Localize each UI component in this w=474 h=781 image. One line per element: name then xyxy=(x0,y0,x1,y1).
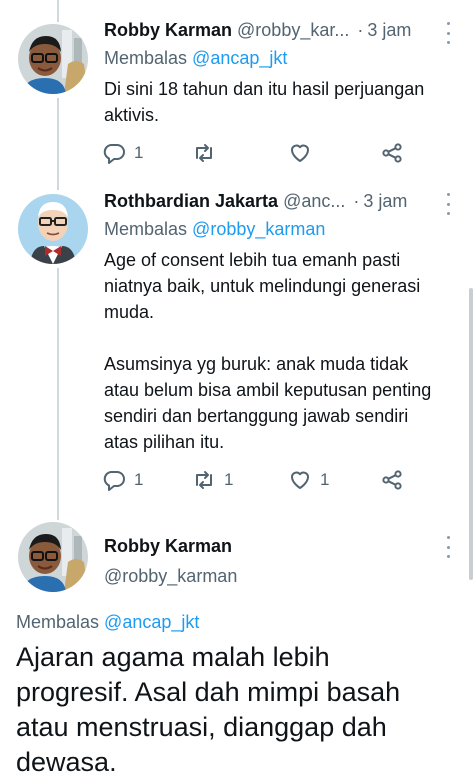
reply-icon xyxy=(103,471,125,491)
separator: · xyxy=(357,20,364,40)
tweet[interactable]: Rothbardian Jakarta @anc... · 3 jam Memb… xyxy=(0,185,474,510)
author-name[interactable]: Robby Karman xyxy=(104,20,232,41)
focused-author-name[interactable]: Robby Karman xyxy=(104,536,232,557)
retweet-count: 1 xyxy=(224,470,234,489)
like-button[interactable] xyxy=(288,139,320,167)
tweet-header: Robby Karman @robby_kar... · 3 jam xyxy=(104,20,411,41)
more-vertical-icon[interactable] xyxy=(443,536,453,558)
share-icon xyxy=(382,143,402,163)
separator: · xyxy=(353,191,360,211)
focused-tweet-line: atau menstruasi, dianggap dah xyxy=(16,712,387,742)
focused-author-handle[interactable]: @robby_karman xyxy=(104,566,237,587)
tweet-actions: 1 1 1 xyxy=(102,466,412,494)
scrollbar[interactable] xyxy=(469,288,473,580)
avatar[interactable] xyxy=(18,522,88,592)
reply-button[interactable]: 1 xyxy=(102,466,143,494)
avatar[interactable] xyxy=(18,194,88,264)
timestamp[interactable]: 3 jam xyxy=(367,20,411,41)
reply-button[interactable]: 1 xyxy=(102,139,143,167)
focused-tweet-text: Ajaran agama malah lebih progresif. Asal… xyxy=(16,640,466,780)
timestamp[interactable]: 3 jam xyxy=(363,191,407,212)
author-handle[interactable]: @robby_kar... xyxy=(237,20,349,41)
retweet-button[interactable]: 1 xyxy=(192,466,233,494)
tweet-text: Di sini 18 tahun dan itu hasil perjuanga… xyxy=(104,76,444,128)
reply-icon xyxy=(103,144,125,164)
author-name[interactable]: Rothbardian Jakarta xyxy=(104,191,278,212)
tweet-paragraph: Asumsinya yg buruk: anak muda tidak atau… xyxy=(104,354,432,452)
reply-context: Membalas @robby_karman xyxy=(104,219,325,240)
reply-count: 1 xyxy=(134,143,144,162)
more-vertical-icon[interactable] xyxy=(443,22,453,44)
tweet-paragraph: Di sini 18 tahun dan itu hasil perjuanga… xyxy=(104,79,425,125)
tweet-text: Age of consent lebih tua emanh pasti nia… xyxy=(104,247,444,455)
reply-count: 1 xyxy=(134,470,144,489)
reply-prefix: Membalas xyxy=(104,48,188,68)
share-button[interactable] xyxy=(380,466,404,494)
reply-prefix: Membalas xyxy=(104,219,188,239)
tweet[interactable]: Robby Karman @robby_kar... · 3 jam Memba… xyxy=(0,0,474,185)
like-count: 1 xyxy=(320,470,330,489)
like-button[interactable]: 1 xyxy=(288,466,329,494)
focused-tweet-line: dewasa. xyxy=(16,747,117,777)
focused-tweet-line: progresif. Asal dah mimpi basah xyxy=(16,677,401,707)
avatar-robby-image xyxy=(18,522,88,592)
retweet-button[interactable] xyxy=(192,139,224,167)
mention-link[interactable]: @ancap_jkt xyxy=(104,612,199,632)
tweet-actions: 1 xyxy=(102,139,412,167)
share-button[interactable] xyxy=(380,139,404,167)
more-vertical-icon[interactable] xyxy=(443,193,453,215)
avatar[interactable] xyxy=(18,24,88,94)
focused-reply-context: Membalas @ancap_jkt xyxy=(16,612,199,633)
heart-icon xyxy=(291,471,309,489)
reply-context: Membalas @ancap_jkt xyxy=(104,48,287,69)
tweet-header: Rothbardian Jakarta @anc... · 3 jam xyxy=(104,191,407,212)
author-handle[interactable]: @anc... xyxy=(283,191,345,212)
mention-link[interactable]: @robby_karman xyxy=(192,219,325,239)
reply-prefix: Membalas xyxy=(16,612,100,632)
avatar-rothbard-image xyxy=(18,194,88,264)
retweet-icon xyxy=(196,144,212,162)
avatar-robby-image xyxy=(18,24,88,94)
tweet-paragraph: Age of consent lebih tua emanh pasti nia… xyxy=(104,250,421,322)
mention-link[interactable]: @ancap_jkt xyxy=(192,48,287,68)
heart-icon xyxy=(291,144,309,162)
retweet-icon xyxy=(196,471,212,489)
focused-tweet-line: Ajaran agama malah lebih xyxy=(16,642,330,672)
share-icon xyxy=(382,470,402,490)
